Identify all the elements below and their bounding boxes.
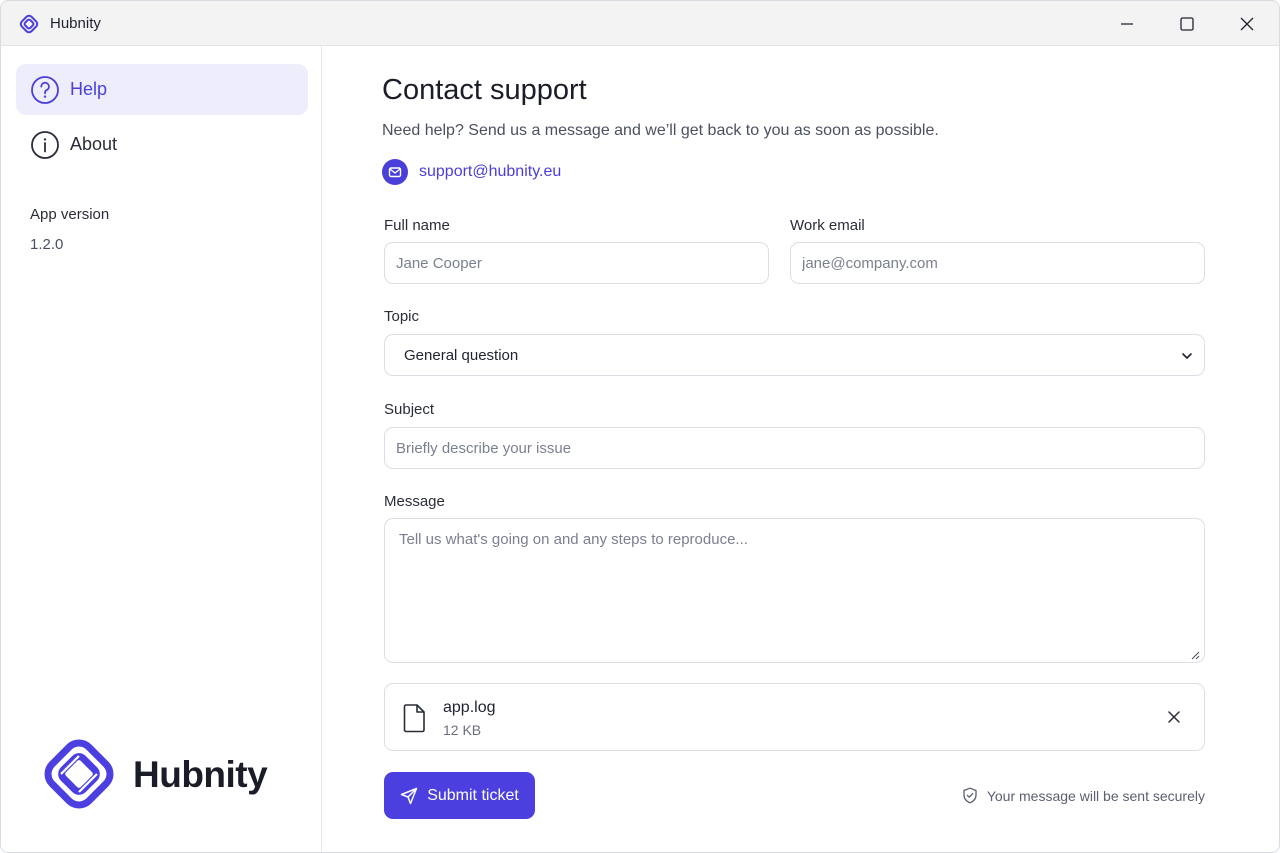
file-icon: [403, 704, 425, 733]
minimize-button[interactable]: [1097, 1, 1157, 46]
shield-check-icon: [963, 787, 977, 804]
send-icon: [400, 787, 418, 805]
submit-ticket-button[interactable]: Submit ticket: [384, 772, 535, 819]
sidebar-item-label: Help: [70, 79, 108, 99]
maximize-button[interactable]: [1157, 1, 1217, 46]
sidebar-item-label: About: [70, 134, 118, 154]
sidebar-item-help[interactable]: Help: [16, 64, 308, 115]
topic-selected-value: General question: [404, 347, 519, 364]
attachment-file-name: app.log: [443, 699, 496, 716]
secure-note-text: Your message will be sent securely: [986, 787, 1205, 804]
window-title: Hubnity: [50, 15, 101, 32]
app-version-value: 1.2.0: [30, 236, 64, 253]
work-email-label: Work email: [790, 217, 865, 234]
maximize-icon: [1180, 16, 1194, 31]
sidebar-item-about[interactable]: About: [16, 119, 308, 170]
submit-button-label: Submit ticket: [427, 786, 519, 804]
app-version-label: App version: [30, 206, 110, 223]
close-icon: [1168, 711, 1180, 723]
hubnity-brand-logo-icon: [44, 739, 114, 809]
topic-select[interactable]: General question: [384, 334, 1205, 376]
brand-name: Hubnity: [133, 754, 268, 795]
chevron-down-icon: [1182, 353, 1192, 359]
message-textarea[interactable]: [384, 518, 1205, 663]
title-bar: Hubnity: [1, 1, 1279, 46]
minimize-icon: [1121, 22, 1133, 25]
support-email-link[interactable]: support@hubnity.eu: [419, 163, 561, 181]
close-window-button[interactable]: [1217, 1, 1277, 46]
full-name-input[interactable]: [384, 242, 769, 284]
attachment-file-size: 12 KB: [443, 722, 482, 738]
work-email-input[interactable]: [790, 242, 1205, 284]
subject-input[interactable]: [384, 427, 1205, 469]
resize-handle-icon[interactable]: [1190, 650, 1200, 660]
subject-label: Subject: [384, 401, 435, 418]
full-name-label: Full name: [384, 217, 450, 234]
support-email-row: support@hubnity.eu: [382, 158, 561, 186]
mail-icon: [382, 159, 408, 185]
sidebar: Help About App version 1.2.0 Hubnity: [1, 46, 322, 852]
page-title: Contact support: [382, 74, 587, 106]
remove-attachment-button[interactable]: [1164, 707, 1184, 727]
info-circle-icon: [31, 131, 59, 159]
attachment-card: app.log 12 KB: [384, 683, 1205, 751]
hubnity-logo-icon: [19, 14, 39, 34]
app-window: Hubnity Help About App version 1.2.0 Hub…: [0, 0, 1280, 853]
topic-label: Topic: [384, 308, 420, 325]
help-circle-icon: [31, 76, 59, 104]
message-label: Message: [384, 493, 445, 510]
main-content: Contact support Need help? Send us a mes…: [322, 46, 1279, 852]
close-icon: [1240, 17, 1254, 30]
page-subtitle: Need help? Send us a message and we’ll g…: [382, 122, 939, 139]
secure-note: Your message will be sent securely: [962, 787, 1205, 804]
